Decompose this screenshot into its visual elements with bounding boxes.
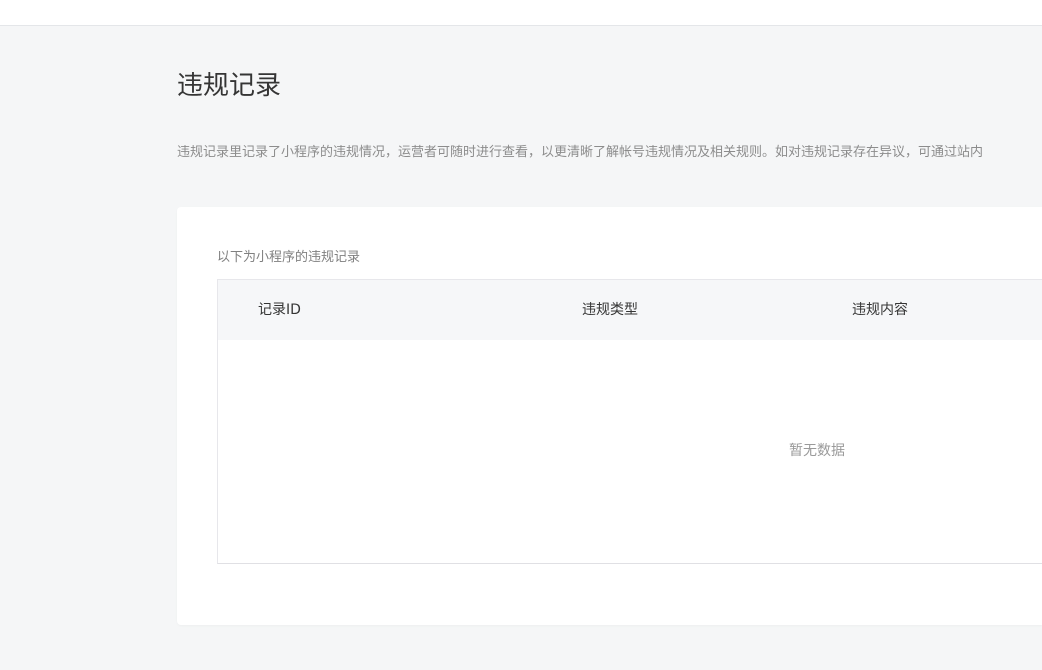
records-caption: 以下为小程序的违规记录: [217, 250, 361, 265]
column-header-record-id: 记录ID: [258, 302, 301, 318]
top-navigation-bar: [0, 0, 1042, 26]
column-header-violation-type: 违规类型: [582, 302, 638, 318]
table-header-row: 记录ID 违规类型 违规内容: [218, 280, 1042, 340]
column-header-violation-content: 违规内容: [852, 302, 908, 318]
page-description: 违规记录里记录了小程序的违规情况，运营者可随时进行查看，以更清晰了解帐号违规情况…: [177, 145, 984, 160]
page-title: 违规记录: [177, 71, 282, 101]
violation-records-card: 以下为小程序的违规记录 记录ID 违规类型 违规内容 暂无数据: [177, 207, 1042, 625]
empty-state-text: 暂无数据: [789, 443, 845, 459]
violation-records-table: 记录ID 违规类型 违规内容 暂无数据: [217, 279, 1042, 564]
